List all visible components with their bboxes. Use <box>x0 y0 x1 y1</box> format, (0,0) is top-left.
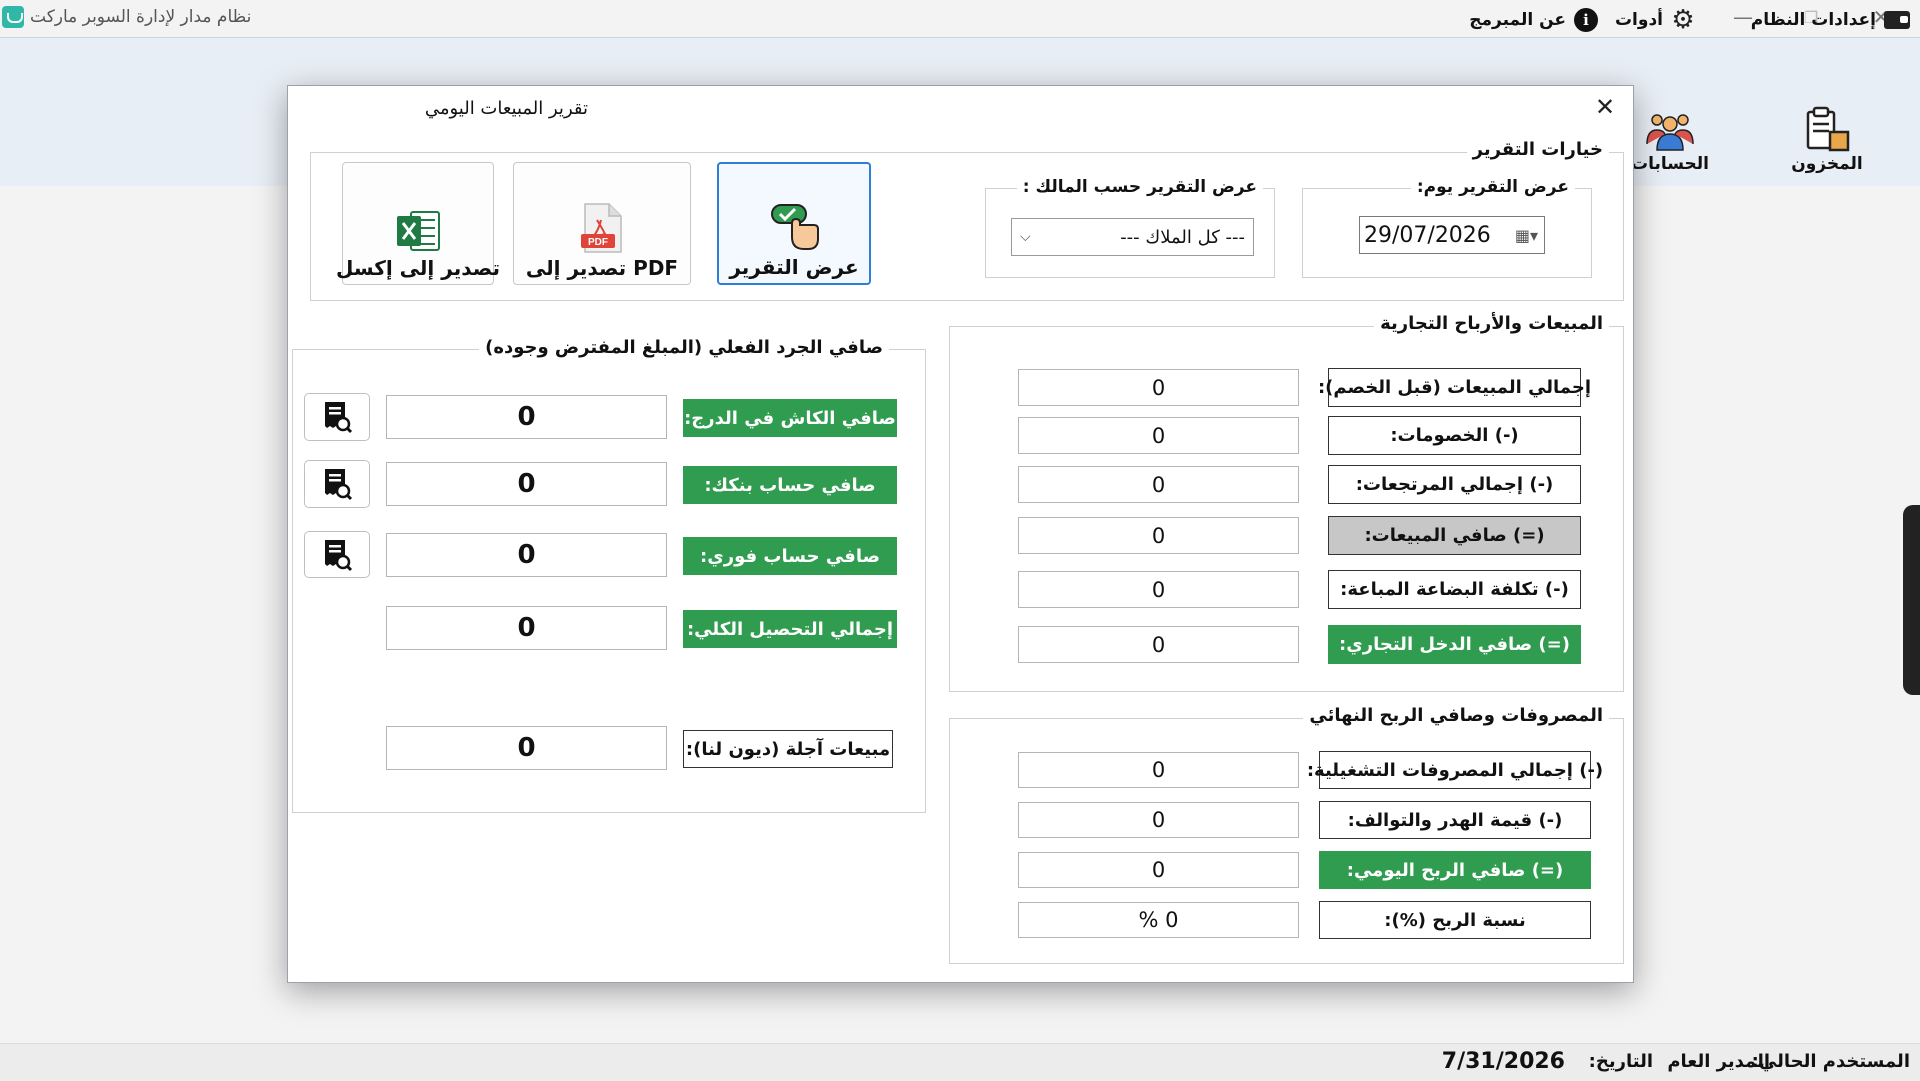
app-icon <box>2 6 24 28</box>
cash-row-value: 0 <box>386 606 667 650</box>
export-pdf-label: تصدير إلى PDF <box>525 256 679 280</box>
cash-row-label: صافي حساب فوري: <box>683 537 897 575</box>
receipt-search-icon <box>325 469 353 501</box>
cash-row-label: مبيعات آجلة (ديون لنا): <box>683 730 893 768</box>
menu-about-label: عن المبرمج <box>1469 10 1566 30</box>
cash-inventory-title: صافي الجرد الفعلي (المبلغ المفترض وجوده) <box>479 337 889 358</box>
cash-details-button[interactable] <box>304 460 370 508</box>
sales-row-label: (-) إجمالي المرتجعات: <box>1328 465 1581 504</box>
expenses-profit-title: المصروفات وصافي الربح النهائي <box>1303 705 1609 726</box>
export-excel-button[interactable]: تصدير إلى إكسل <box>336 162 500 285</box>
expense-row-value: 0 <box>1018 802 1299 838</box>
sales-row-label: (-) تكلفة البضاعة المباعة: <box>1328 570 1581 609</box>
show-report-label: عرض التقرير <box>729 255 859 279</box>
menu-tools[interactable]: ⚙ أدوات <box>1614 5 1695 35</box>
menu-system-settings[interactable]: إعدادات النظام <box>1751 8 1910 32</box>
cash-row-label: إجمالي التحصيل الكلي: <box>683 610 897 648</box>
wallet-icon <box>1884 11 1910 29</box>
owner-select[interactable]: --- كل الملاك --- ⌵ <box>1011 218 1254 256</box>
cash-row-label: صافي حساب بنكك: <box>683 466 897 504</box>
sales-profits-title: المبيعات والأرباح التجارية <box>1374 313 1609 334</box>
side-panel-handle[interactable] <box>1903 505 1920 695</box>
sales-row-label: (=) صافي الدخل التجاري: <box>1328 625 1581 664</box>
expense-row-value: 0 <box>1018 752 1299 788</box>
report-date-value: 29/07/2026 <box>1364 222 1491 248</box>
accounts-icon <box>1646 114 1694 151</box>
menu-bar <box>0 37 1920 76</box>
export-pdf-button[interactable]: PDF تصدير إلى PDF <box>513 162 691 285</box>
owner-select-value: --- كل الملاك --- <box>1120 226 1245 248</box>
sales-row-value: 0 <box>1018 571 1299 608</box>
toolbar-accounts-button[interactable]: الحسابات <box>1620 84 1720 174</box>
export-excel-label: تصدير إلى إكسل <box>336 256 500 280</box>
sales-row-value: 0 <box>1018 417 1299 454</box>
sales-row-label: إجمالي المبيعات (قبل الخصم): <box>1318 368 1591 407</box>
toolbar-accounts-label: الحسابات <box>1631 154 1709 174</box>
inventory-icon <box>1806 106 1850 152</box>
excel-icon <box>397 211 440 251</box>
receipt-search-icon <box>325 402 353 434</box>
report-date-title: عرض التقرير يوم: <box>1410 177 1575 197</box>
cash-row-value: 0 <box>386 462 667 506</box>
cash-row-value: 0 <box>386 726 667 770</box>
sales-row-value: 0 <box>1018 466 1299 503</box>
expense-row-label: (-) قيمة الهدر والتوالف: <box>1319 801 1591 839</box>
expense-row-label: نسبة الربح (%): <box>1319 901 1591 939</box>
sales-row-label: (=) صافي المبيعات: <box>1328 516 1581 555</box>
expense-row-label: (-) إجمالي المصروفات التشغيلية: <box>1307 751 1603 789</box>
status-current-user: المدير العام <box>1667 1051 1770 1072</box>
cash-details-button[interactable] <box>304 393 370 441</box>
menu-tools-label: أدوات <box>1614 10 1663 30</box>
dialog-title: تقرير المبيعات اليومي <box>424 98 588 119</box>
daily-sales-report-dialog: تقرير المبيعات اليومي ✕ خيارات التقرير ع… <box>287 85 1634 983</box>
sales-row-value: 0 <box>1018 626 1299 663</box>
info-icon: i <box>1574 8 1598 32</box>
toolbar-inventory-button[interactable]: المخزون <box>1777 84 1877 174</box>
toolbar-inventory-label: المخزون <box>1791 154 1863 174</box>
dialog-close-button[interactable]: ✕ <box>1585 90 1625 124</box>
receipt-search-icon <box>325 539 353 571</box>
menu-about[interactable]: i عن المبرمج <box>1469 8 1598 32</box>
report-owner-title: عرض التقرير حسب المالك : <box>1016 177 1263 197</box>
expense-row-label: (=) صافي الربح اليومي: <box>1319 851 1591 889</box>
sales-row-value: 0 <box>1018 517 1299 554</box>
cash-row-label: صافي الكاش في الدرج: <box>683 399 897 437</box>
calendar-icon[interactable]: ▦▾ <box>1515 226 1544 245</box>
chevron-down-icon: ⌵ <box>1020 229 1031 245</box>
report-date-picker[interactable]: 29/07/2026 ▦▾ <box>1359 216 1545 254</box>
gear-icon: ⚙ <box>1671 5 1695 35</box>
cash-details-button[interactable] <box>304 531 370 578</box>
show-report-button[interactable]: عرض التقرير <box>717 162 871 285</box>
status-current-user-label: المستخدم الحالي: <box>1751 1051 1910 1072</box>
expense-row-value: % 0 <box>1018 902 1299 938</box>
expense-row-value: 0 <box>1018 852 1299 888</box>
window-title: نظام مدار لإدارة السوبر ماركت <box>30 7 252 27</box>
cash-row-value: 0 <box>386 533 667 577</box>
report-options-title: خيارات التقرير <box>1466 139 1609 160</box>
menu-system-settings-label: إعدادات النظام <box>1750 10 1876 30</box>
sales-row-label: (-) الخصومات: <box>1328 416 1581 455</box>
sales-row-value: 0 <box>1018 369 1299 406</box>
pdf-badge-text: PDF <box>588 237 608 248</box>
status-date-label: التاريخ: <box>1588 1051 1653 1072</box>
show-report-icon <box>771 204 819 250</box>
status-date: 7/31/2026 <box>1441 1049 1565 1074</box>
cash-row-value: 0 <box>386 395 667 439</box>
pdf-icon: PDF <box>581 203 622 253</box>
